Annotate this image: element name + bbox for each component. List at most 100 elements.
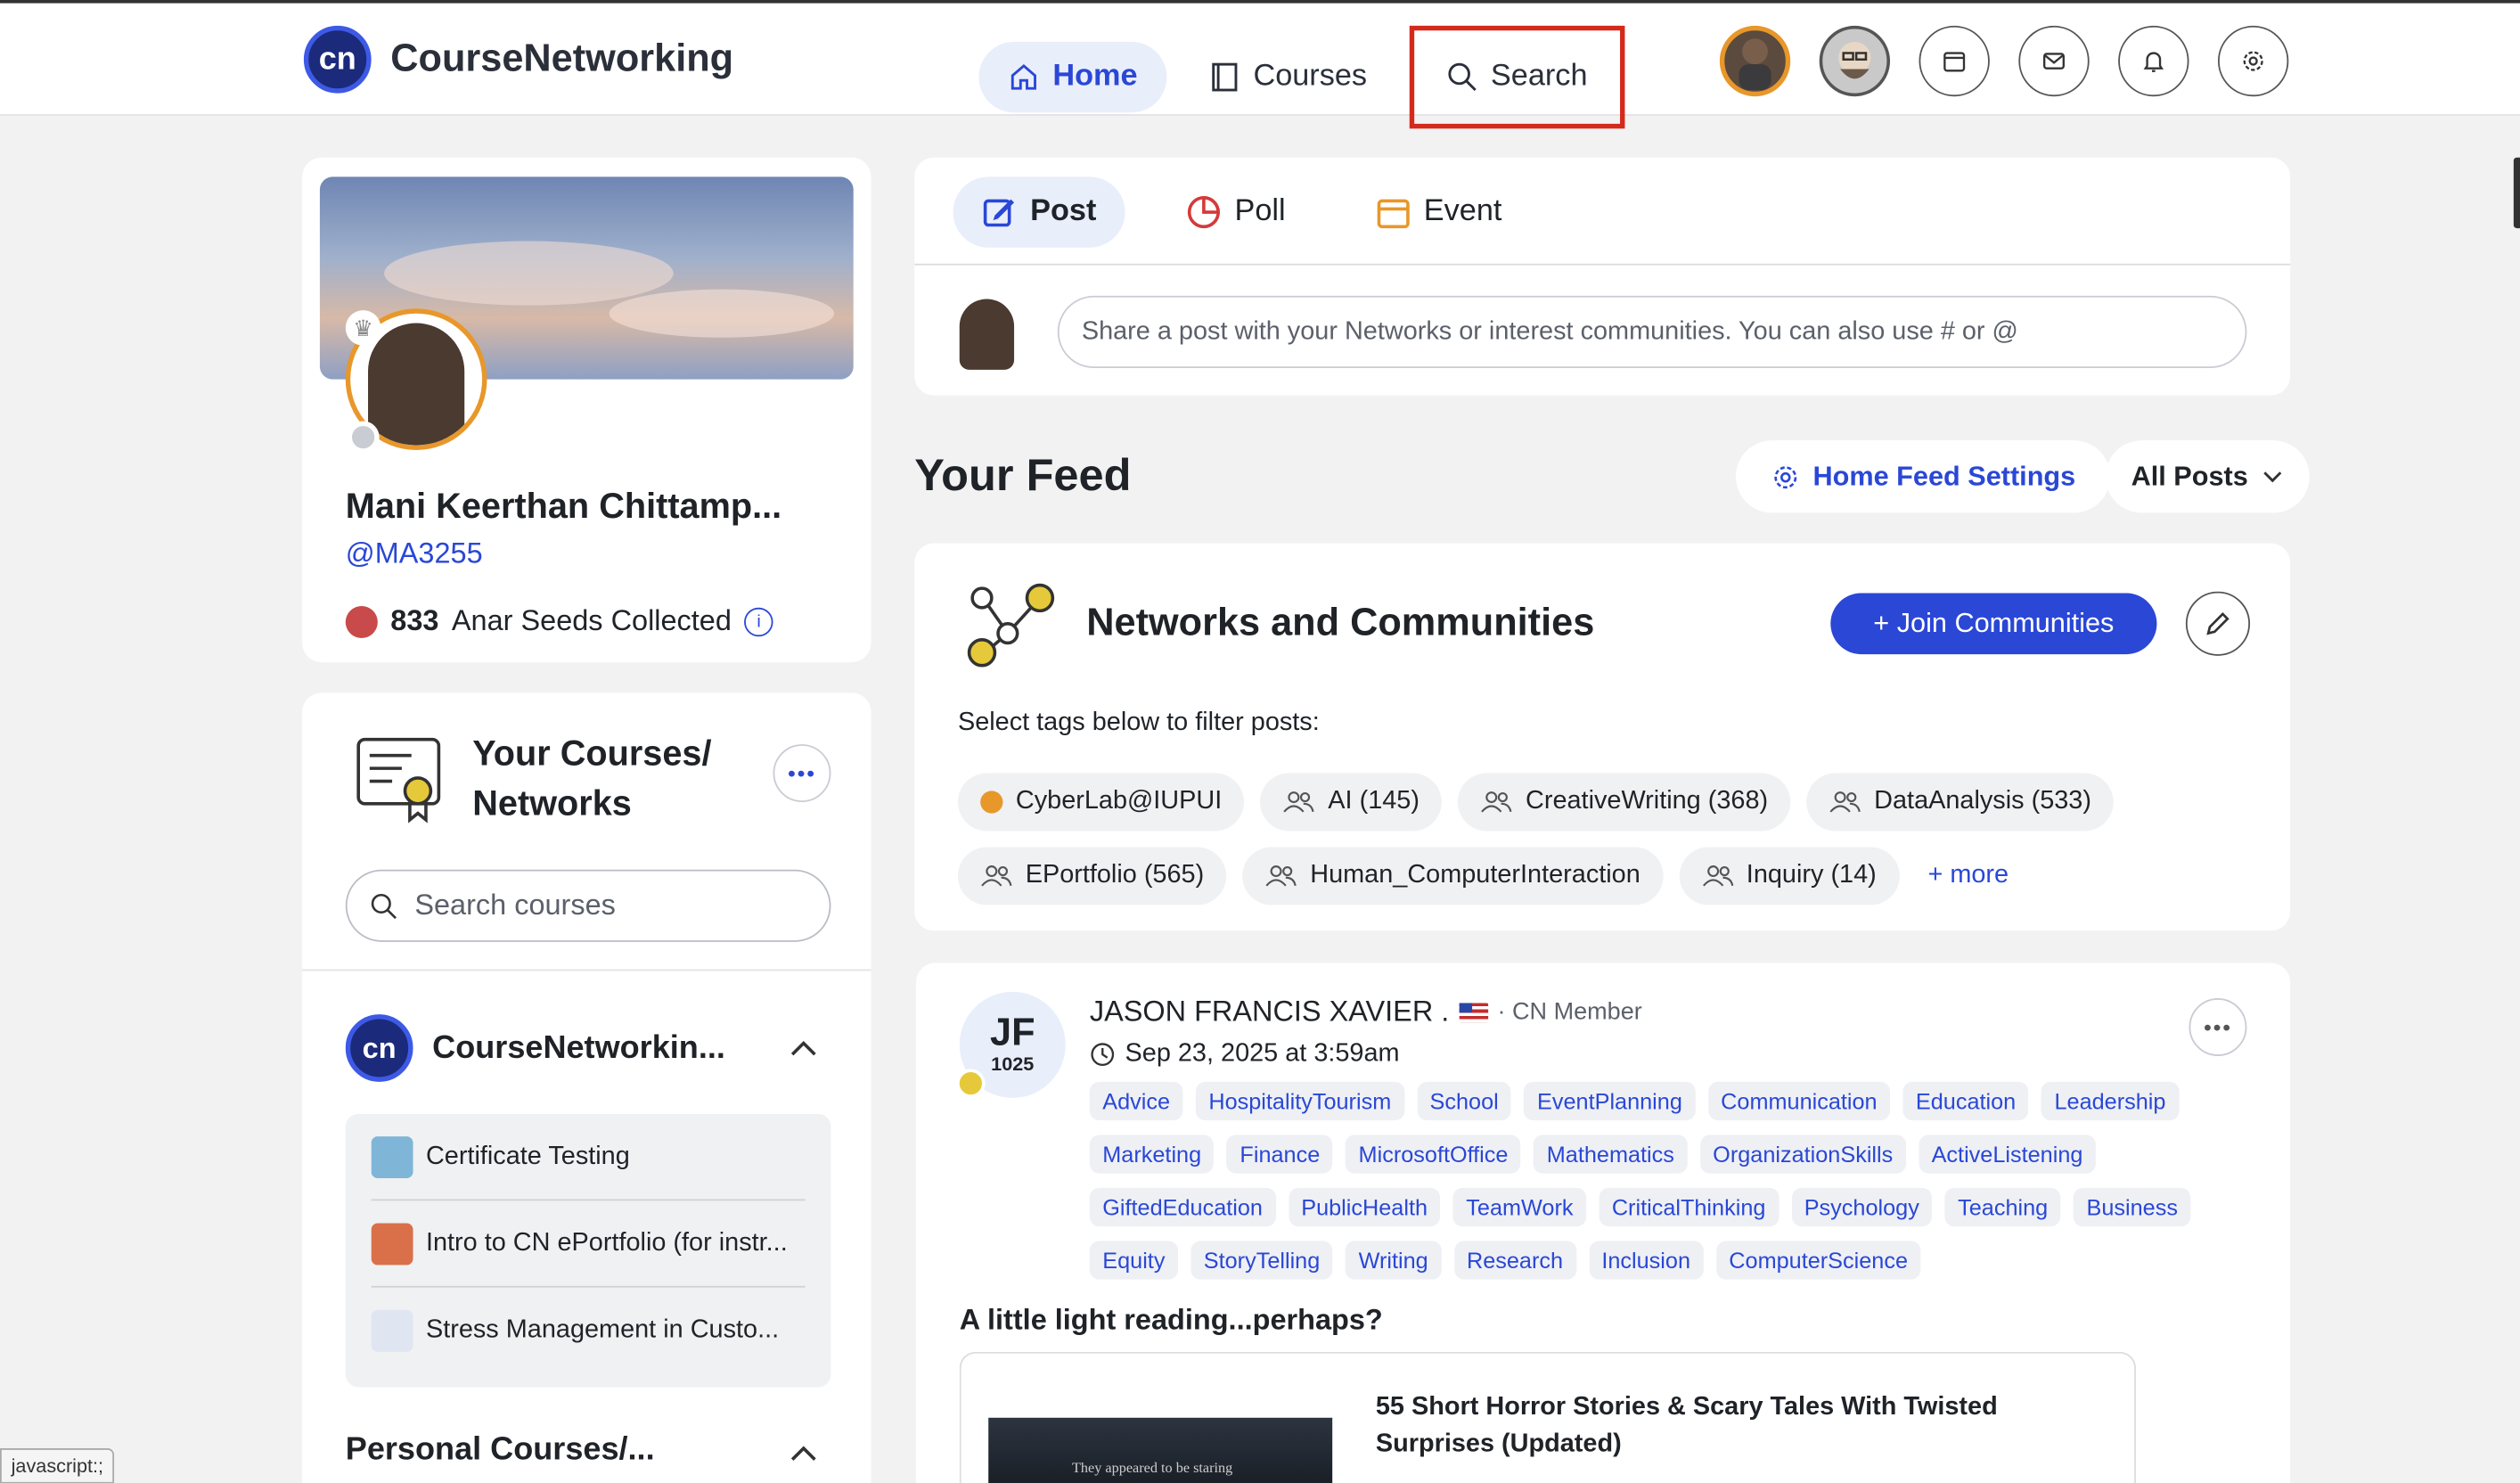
post-tag[interactable]: Psychology <box>1791 1187 1933 1227</box>
post-tag[interactable]: School <box>1417 1081 1512 1121</box>
filter-tag[interactable]: CyberLab@IUPUI <box>957 773 1245 832</box>
post-tag[interactable]: HospitalityTourism <box>1195 1081 1404 1121</box>
filter-tag[interactable]: EPortfolio (565) <box>957 847 1227 905</box>
post-tags: Advice HospitalityTourism School EventPlann… <box>1089 1081 2247 1280</box>
people-icon <box>1283 791 1315 813</box>
search-courses-input[interactable]: Search courses <box>345 869 831 942</box>
tab-post[interactable]: Post <box>953 176 1125 248</box>
courses-divider <box>302 969 871 971</box>
home-feed-settings-label: Home Feed Settings <box>1812 460 2076 491</box>
settings-button[interactable] <box>2217 25 2289 97</box>
gear-icon <box>2243 51 2263 71</box>
filter-tag[interactable]: DataAnalysis (533) <box>1806 773 2115 832</box>
bot-avatar[interactable] <box>1819 25 1891 97</box>
post-tag[interactable]: Marketing <box>1089 1135 1215 1174</box>
author-status-icon <box>956 1069 986 1098</box>
post-tag[interactable]: Leadership <box>2041 1081 2179 1121</box>
post-more-button[interactable]: ••• <box>2189 998 2247 1056</box>
people-icon <box>981 865 1012 887</box>
composer-avatar <box>959 299 1015 370</box>
post-tag[interactable]: Teaching <box>1944 1187 2061 1227</box>
calendar-button[interactable] <box>1919 25 1990 97</box>
post-tag[interactable]: Research <box>1453 1241 1576 1280</box>
app-logo[interactable]: cn CourseNetworking <box>303 25 733 94</box>
post-tag[interactable]: Inclusion <box>1588 1241 1704 1280</box>
post-tag[interactable]: EventPlanning <box>1524 1081 1696 1121</box>
filter-tag-label: CyberLab@IUPUI <box>1015 787 1223 815</box>
link-preview-title[interactable]: 55 Short Horror Stories & Scary Tales Wi… <box>1376 1389 2115 1463</box>
notifications-button[interactable] <box>2118 25 2189 97</box>
post-tag[interactable]: Education <box>1902 1081 2029 1121</box>
tab-event[interactable]: Event <box>1346 176 1531 247</box>
post-heading: A little light reading...perhaps? <box>959 1303 1383 1336</box>
course-list: Certificate Testing Intro to CN ePortfol… <box>345 1113 831 1388</box>
info-icon[interactable]: i <box>744 606 773 636</box>
seeds-label: Anar Seeds Collected <box>451 604 732 637</box>
nav-courses[interactable]: Courses <box>1179 42 1395 112</box>
nav-search-label: Search <box>1490 59 1588 94</box>
status-bar-url: javascript:; <box>0 1448 115 1483</box>
search-courses-placeholder: Search courses <box>414 889 616 922</box>
checklist-icon <box>371 1309 413 1352</box>
profile-name[interactable]: Mani Keerthan Chittamp... <box>346 486 781 528</box>
course-item[interactable]: Stress Management in Custo... <box>371 1288 806 1374</box>
nav-search[interactable]: Search <box>1408 25 1624 129</box>
post-tag[interactable]: CriticalThinking <box>1599 1187 1779 1227</box>
chevron-up-icon[interactable] <box>790 1442 818 1468</box>
all-posts-label: All Posts <box>2131 460 2248 491</box>
course-item[interactable]: Certificate Testing <box>371 1114 806 1201</box>
post-tag[interactable]: Writing <box>1346 1241 1442 1280</box>
tab-poll[interactable]: Poll <box>1158 176 1314 247</box>
filter-tag[interactable]: AI (145) <box>1260 773 1443 832</box>
author-initials: JF <box>989 1011 1035 1055</box>
join-communities-button[interactable]: + Join Communities <box>1830 593 2157 655</box>
link-preview-card[interactable]: They appeared to be staring 55 Short Hor… <box>959 1351 2136 1483</box>
edit-networks-button[interactable] <box>2185 591 2251 656</box>
portfolio-icon <box>371 1222 413 1265</box>
filter-tag[interactable]: CreativeWriting (368) <box>1458 773 1791 832</box>
post-tag[interactable]: Advice <box>1089 1081 1183 1121</box>
post-tag[interactable]: Finance <box>1226 1135 1333 1174</box>
post-author-name[interactable]: JASON FRANCIS XAVIER . <box>1090 995 1449 1028</box>
post-tag[interactable]: TeamWork <box>1452 1187 1586 1227</box>
personal-courses-title[interactable]: Personal Courses/... <box>346 1432 655 1469</box>
post-tag[interactable]: ComputerScience <box>1715 1241 1921 1280</box>
post-tag[interactable]: StoryTelling <box>1190 1241 1333 1280</box>
post-tag[interactable]: Communication <box>1707 1081 1891 1121</box>
profile-handle[interactable]: @MA3255 <box>346 537 483 570</box>
post-tag[interactable]: Equity <box>1089 1241 1178 1280</box>
post-tag[interactable]: Business <box>2074 1187 2191 1227</box>
user-avatar[interactable] <box>1719 25 1791 97</box>
presentation-icon <box>371 1135 413 1178</box>
course-item[interactable]: Intro to CN ePortfolio (for instr... <box>371 1200 806 1288</box>
post-tag[interactable]: OrganizationSkills <box>1699 1135 1906 1174</box>
org-row[interactable]: cn CourseNetworkin... <box>345 1014 828 1082</box>
filter-tag[interactable]: Human_ComputerInteraction <box>1242 847 1664 905</box>
more-tags-link[interactable]: + more <box>1915 847 2021 905</box>
nav-home-label: Home <box>1052 59 1138 94</box>
seeds-count: 833 <box>390 604 439 637</box>
all-posts-dropdown[interactable]: All Posts <box>2105 440 2310 513</box>
cyberlab-icon <box>980 791 1003 814</box>
courses-header: Your Courses/ Networks <box>354 728 746 828</box>
bell-icon <box>2143 52 2164 72</box>
chevron-up-icon[interactable] <box>790 1036 818 1062</box>
courses-more-button[interactable]: ••• <box>773 744 831 802</box>
mail-icon <box>2043 53 2065 70</box>
messages-button[interactable] <box>2018 25 2090 97</box>
post-composer: Post Poll Event Share a post with your N… <box>914 157 2291 396</box>
post-tag[interactable]: MicrosoftOffice <box>1346 1135 1521 1174</box>
nav-home[interactable]: Home <box>978 41 1167 113</box>
post-input[interactable]: Share a post with your Networks or inter… <box>1057 295 2247 369</box>
people-icon <box>1265 865 1297 887</box>
post-tag[interactable]: Mathematics <box>1534 1135 1688 1174</box>
courses-title: Your Courses/ Networks <box>472 733 712 823</box>
anar-seeds-row: 833 Anar Seeds Collected i <box>345 604 773 638</box>
scrollbar-handle[interactable] <box>2513 157 2520 229</box>
post-tag[interactable]: PublicHealth <box>1288 1187 1441 1227</box>
post-author-row: JASON FRANCIS XAVIER . · CN Member <box>1090 995 1642 1028</box>
filter-tag[interactable]: Inquiry (14) <box>1679 847 1900 905</box>
post-tag[interactable]: ActiveListening <box>1919 1135 2096 1174</box>
home-feed-settings-button[interactable]: Home Feed Settings <box>1735 440 2111 513</box>
post-tag[interactable]: GiftedEducation <box>1089 1187 1276 1227</box>
